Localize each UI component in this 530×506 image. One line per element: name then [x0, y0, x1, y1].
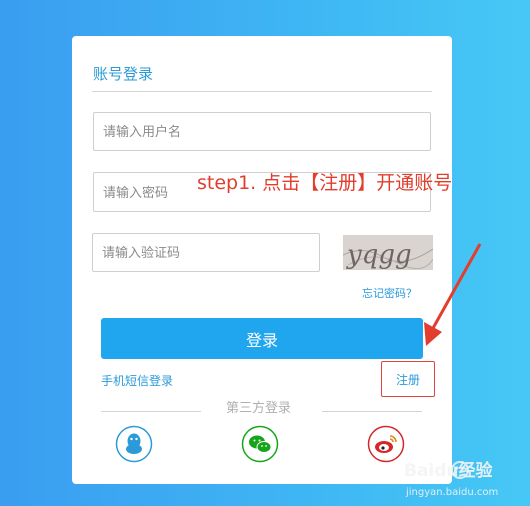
login-card: 账号登录 yqgg 忘记密码？ 登录 手机短信登录 注册 第三方登录 — [72, 36, 452, 484]
qq-icon[interactable] — [115, 425, 153, 463]
step-annotation: step1. 点击【注册】开通账号 — [197, 172, 453, 194]
baidu-watermark: Baidu经验 jingyan.baidu.com — [404, 452, 524, 500]
third-party-divider-left — [101, 411, 201, 412]
third-party-label: 第三方登录 — [226, 400, 292, 415]
login-button[interactable]: 登录 — [101, 318, 423, 359]
third-party-divider-right — [322, 411, 422, 412]
watermark-url: jingyan.baidu.com — [405, 487, 498, 498]
watermark-brand: Baidu经验 — [404, 460, 494, 481]
username-input[interactable] — [93, 112, 431, 151]
forgot-password-link[interactable]: 忘记密码？ — [362, 285, 417, 301]
title-divider — [92, 91, 432, 92]
captcha-text: yqgg — [346, 240, 412, 270]
register-button[interactable]: 注册 — [381, 361, 435, 397]
form-title: 账号登录 — [93, 66, 154, 83]
watermark-logo: Baidu经验 jingyan.baidu.com — [404, 460, 498, 498]
weibo-icon[interactable] — [367, 425, 405, 463]
wechat-icon[interactable] — [241, 425, 279, 463]
annotation-arrow — [424, 243, 482, 346]
captcha-input[interactable] — [92, 233, 320, 272]
sms-login-link[interactable]: 手机短信登录 — [101, 372, 173, 389]
